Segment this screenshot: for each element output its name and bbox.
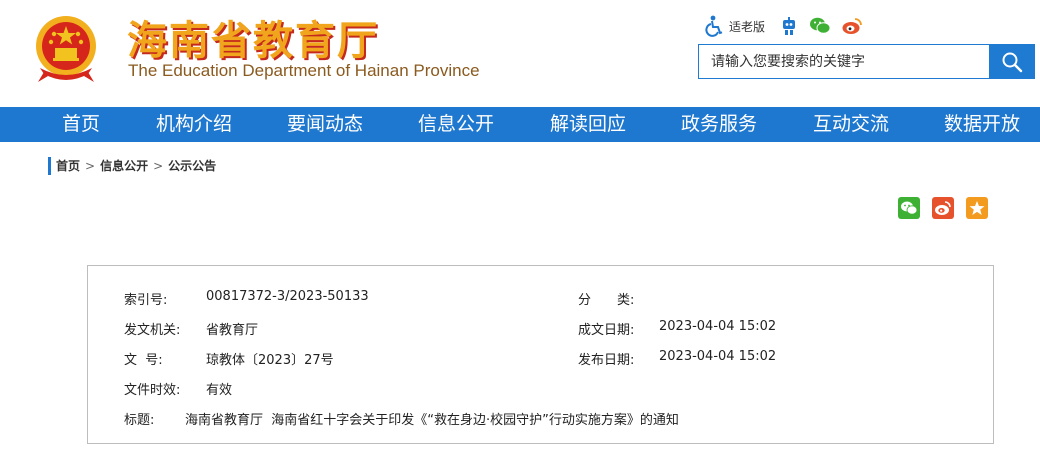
issuer-value: 省教育厅 bbox=[206, 323, 259, 338]
validity-label: 文件时效: bbox=[124, 383, 181, 398]
nav-item-news[interactable]: 要闻动态 bbox=[287, 107, 363, 142]
published-date-value: 2023-04-04 15:02 bbox=[659, 349, 777, 364]
document-title-value: 海南省教育厅 海南省红十字会关于印发《“救在身边·校园守护”行动实施方案》的通知 bbox=[185, 413, 679, 428]
header-tools: 适老版 bbox=[705, 14, 863, 38]
nav-item-services[interactable]: 政务服务 bbox=[681, 107, 757, 142]
breadcrumb: 首页 > 信息公开 > 公示公告 bbox=[48, 157, 216, 175]
document-number-label: 文 号: bbox=[124, 353, 163, 368]
index-number-value: 00817372-3/2023-50133 bbox=[206, 289, 369, 304]
chevron-right-icon: > bbox=[153, 159, 164, 173]
nav-item-open-data[interactable]: 数据开放 bbox=[944, 107, 1020, 142]
nav-item-interpret[interactable]: 解读回应 bbox=[550, 107, 626, 142]
share-weibo-button[interactable] bbox=[932, 197, 954, 219]
nav-item-interaction[interactable]: 互动交流 bbox=[813, 107, 889, 142]
weibo-icon bbox=[935, 201, 951, 215]
document-title-label: 标题: bbox=[124, 413, 155, 428]
wechat-icon bbox=[901, 201, 918, 215]
breadcrumb-home[interactable]: 首页 bbox=[56, 157, 80, 175]
favorite-button[interactable] bbox=[966, 197, 988, 219]
breadcrumb-disclosure[interactable]: 信息公开 bbox=[100, 157, 148, 175]
robot-icon[interactable] bbox=[779, 16, 799, 36]
wechat-icon[interactable] bbox=[809, 16, 831, 36]
search-button[interactable] bbox=[989, 44, 1035, 79]
weibo-icon[interactable] bbox=[841, 16, 863, 36]
nav-item-about[interactable]: 机构介绍 bbox=[156, 107, 232, 142]
chevron-right-icon: > bbox=[85, 159, 96, 173]
index-number-label: 索引号: bbox=[124, 293, 168, 308]
main-nav: 首页 机构介绍 要闻动态 信息公开 解读回应 政务服务 互动交流 数据开放 bbox=[0, 107, 1040, 142]
document-info-panel: 索引号: 00817372-3/2023-50133 分 类: 发文机关: 省教… bbox=[87, 265, 994, 444]
site-title-cn: 海南省教育厅 bbox=[127, 18, 379, 64]
search-input[interactable] bbox=[709, 52, 983, 71]
star-icon bbox=[969, 201, 985, 215]
search-field bbox=[698, 44, 989, 79]
created-date-label: 成文日期: bbox=[578, 323, 635, 338]
category-label: 分 类: bbox=[578, 293, 635, 308]
accessibility-icon[interactable] bbox=[705, 15, 725, 37]
issuer-label: 发文机关: bbox=[124, 323, 181, 338]
site-title-en: The Education Department of Hainan Provi… bbox=[128, 61, 480, 80]
breadcrumb-notices[interactable]: 公示公告 bbox=[168, 157, 216, 175]
validity-value: 有效 bbox=[206, 383, 233, 398]
published-date-label: 发布日期: bbox=[578, 353, 635, 368]
elder-mode-link[interactable]: 适老版 bbox=[729, 18, 765, 35]
document-number-value: 琼教体〔2023〕27号 bbox=[206, 353, 334, 368]
national-emblem-icon bbox=[36, 16, 96, 82]
nav-item-disclosure[interactable]: 信息公开 bbox=[418, 107, 494, 142]
share-wechat-button[interactable] bbox=[898, 197, 920, 219]
search-icon bbox=[1002, 52, 1023, 72]
nav-item-home[interactable]: 首页 bbox=[62, 107, 100, 142]
created-date-value: 2023-04-04 15:02 bbox=[659, 319, 777, 334]
